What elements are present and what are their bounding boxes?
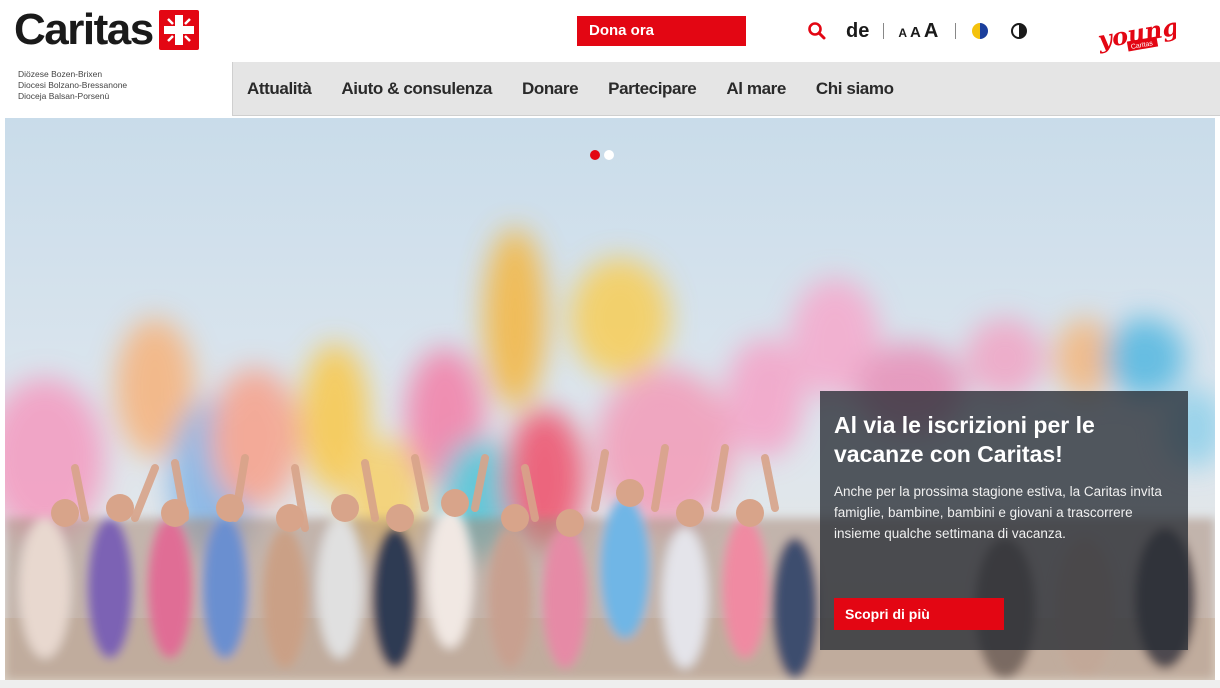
page: Caritas Dona ora de A A A young Caritas … <box>0 0 1220 688</box>
contrast-icon[interactable] <box>1010 22 1028 40</box>
nav-item-attualita[interactable]: Attualità <box>247 79 312 99</box>
header-tools: de A A A <box>806 14 1028 48</box>
text-size-controls: A A A <box>898 20 941 43</box>
slider-dot-2[interactable] <box>604 150 614 160</box>
diocese-names[interactable]: Diözese Bozen-Brixen Diocesi Bolzano-Bre… <box>0 62 233 116</box>
bottom-strip <box>0 680 1220 688</box>
slider-dots <box>590 150 618 160</box>
nav-menu: Attualità Aiuto & consulenza Donare Part… <box>247 62 924 116</box>
nav-item-aiuto-consulenza[interactable]: Aiuto & consulenza <box>341 79 492 99</box>
top-header: Caritas Dona ora de A A A young Caritas <box>0 0 1220 62</box>
search-icon[interactable] <box>806 20 828 42</box>
nav-item-donare[interactable]: Donare <box>522 79 579 99</box>
logo-text: Caritas <box>14 5 154 54</box>
donate-button[interactable]: Dona ora <box>577 16 746 46</box>
hero-title: Al via le iscrizioni per le vacanze con … <box>834 412 1095 467</box>
diocese-name-it: Diocesi Bolzano-Bressanone <box>18 80 128 90</box>
read-more-button[interactable]: Scopri di più <box>834 598 1004 630</box>
diocese-name-lad: Dioceja Balsan-Porsenù <box>18 91 110 101</box>
slider-dot-1[interactable] <box>590 150 600 160</box>
caritas-cross-icon <box>158 10 199 50</box>
text-size-medium[interactable]: A <box>910 24 921 41</box>
divider <box>955 23 957 39</box>
text-size-large[interactable]: A <box>924 20 938 43</box>
young-caritas-logo[interactable]: young Caritas <box>1095 12 1181 56</box>
language-switch[interactable]: de <box>846 20 869 43</box>
caritas-logo[interactable]: Caritas <box>14 6 199 54</box>
color-scheme-icon[interactable] <box>970 21 990 41</box>
nav-item-partecipare[interactable]: Partecipare <box>608 79 697 99</box>
nav-item-chi-siamo[interactable]: Chi siamo <box>816 79 894 99</box>
nav-item-al-mare[interactable]: Al mare <box>726 79 786 99</box>
divider <box>883 23 885 39</box>
hero-slider: Al via le iscrizioni per le vacanze con … <box>5 118 1215 680</box>
hero-text: Anche per la prossima stagione estiva, l… <box>834 484 1162 541</box>
text-size-small[interactable]: A <box>898 26 907 40</box>
hero-caption: Al via le iscrizioni per le vacanze con … <box>820 391 1188 650</box>
diocese-name-de: Diözese Bozen-Brixen <box>18 69 103 79</box>
main-navigation: Diözese Bozen-Brixen Diocesi Bolzano-Bre… <box>0 62 1220 116</box>
